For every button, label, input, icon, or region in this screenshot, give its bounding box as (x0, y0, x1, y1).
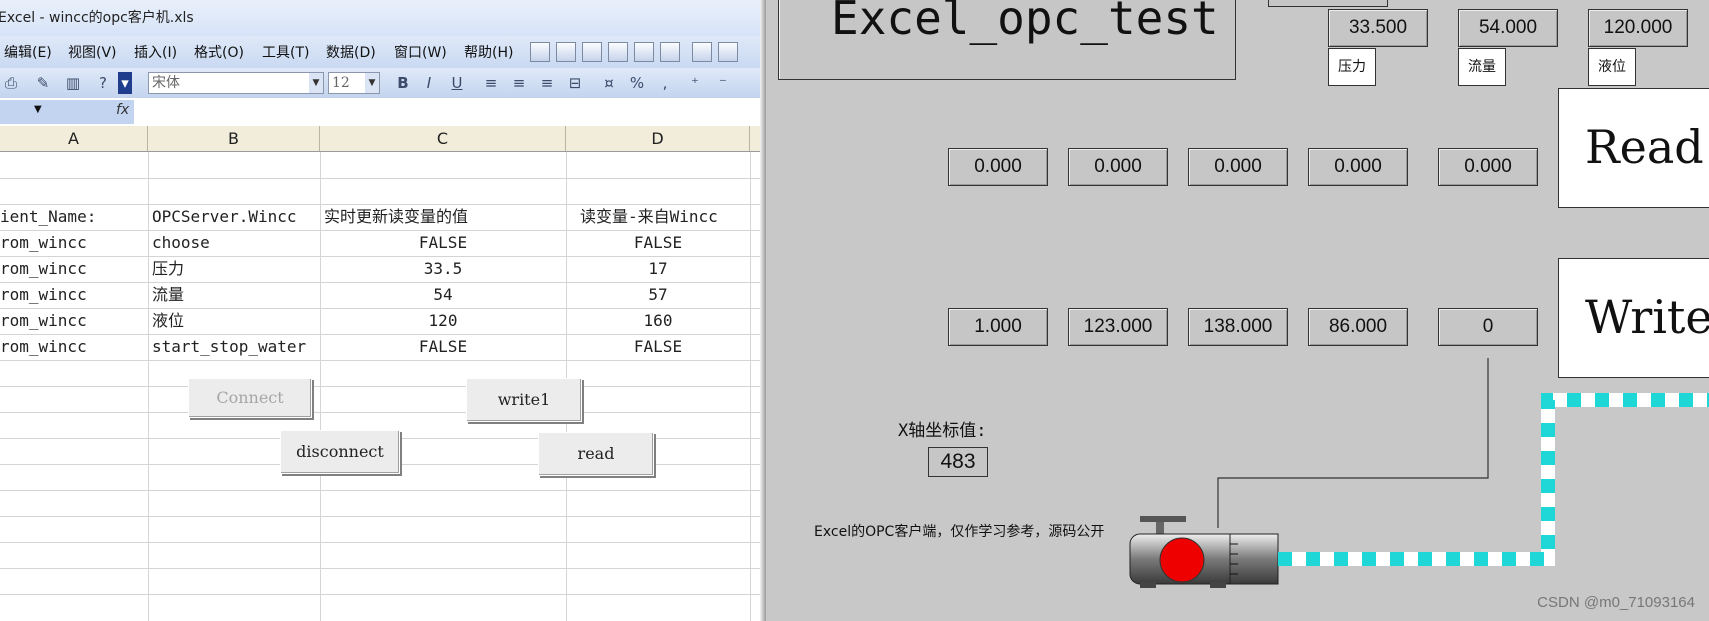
chevron-down-icon: ▼ (34, 104, 42, 115)
comma-icon[interactable]: , (654, 72, 676, 94)
cell-d3[interactable]: 读变量-来自Wincc (580, 204, 718, 230)
chevron-down-icon: ▼ (365, 73, 379, 93)
menu-insert[interactable]: 插入(I) (134, 42, 177, 62)
cell-c8[interactable]: FALSE (320, 334, 566, 360)
column-header-b[interactable]: B (148, 126, 320, 151)
merge-center-icon[interactable]: ⊟ (564, 72, 586, 94)
cell-d8[interactable]: FALSE (566, 334, 750, 360)
help-icon[interactable]: ? (92, 72, 114, 94)
cell-grid[interactable]: ient_Name: OPCServer.Wincc 实时更新读变量的值 读变量… (0, 152, 760, 621)
excel-window: Excel - wincc的opc客户机.xls 编辑(E) 视图(V) 插入(… (0, 0, 760, 621)
cell-a3[interactable]: ient_Name: (0, 204, 96, 230)
fx-icon[interactable]: fx (116, 102, 129, 118)
increase-decimal-icon[interactable]: ⁺ (684, 72, 706, 94)
cell-d5[interactable]: 17 (566, 256, 750, 282)
cell-a5[interactable]: rom_wincc (0, 256, 87, 282)
column-header-d[interactable]: D (566, 126, 750, 151)
menu-edit[interactable]: 编辑(E) (4, 42, 52, 62)
menu-bar: 编辑(E) 视图(V) 插入(I) 格式(O) 工具(T) 数据(D) 窗口(W… (0, 36, 760, 68)
align-left-icon[interactable]: ≡ (480, 72, 502, 94)
font-name-value: 宋体 (152, 75, 180, 91)
research-icon[interactable]: ▥ (62, 72, 84, 94)
window-title: Excel - wincc的opc客户机.xls (0, 10, 194, 26)
cell-a4[interactable]: rom_wincc (0, 230, 87, 256)
cell-c4[interactable]: FALSE (320, 230, 566, 256)
cell-b6[interactable]: 流量 (152, 282, 184, 308)
column-header-c[interactable]: C (320, 126, 566, 151)
disconnect-button[interactable]: disconnect (280, 430, 400, 474)
cell-b3[interactable]: OPCServer.Wincc (152, 204, 297, 230)
checkbox-icon[interactable] (582, 42, 602, 62)
font-size-select[interactable]: 12 ▼ (328, 72, 380, 94)
cell-c3[interactable]: 实时更新读变量的值 (324, 204, 468, 230)
cell-c7[interactable]: 120 (320, 308, 566, 334)
cell-b5[interactable]: 压力 (152, 256, 184, 282)
cell-c5[interactable]: 33.5 (320, 256, 566, 282)
cell-c6[interactable]: 54 (320, 282, 566, 308)
underline-icon[interactable]: U (446, 72, 468, 94)
listbox-icon[interactable] (692, 42, 712, 62)
decrease-decimal-icon[interactable]: ⁻ (712, 72, 734, 94)
align-center-icon[interactable]: ≡ (508, 72, 530, 94)
watermark: CSDN @m0_71093164 (1537, 594, 1695, 611)
cell-d6[interactable]: 57 (566, 282, 750, 308)
italic-icon[interactable]: I (418, 72, 440, 94)
write1-button[interactable]: write1 (466, 378, 582, 422)
scrollbar-icon[interactable] (660, 42, 680, 62)
cell-a7[interactable]: rom_wincc (0, 308, 87, 334)
menu-format[interactable]: 格式(O) (194, 42, 244, 62)
currency-icon[interactable]: ¤ (598, 72, 620, 94)
menu-tools[interactable]: 工具(T) (262, 42, 309, 62)
spinner-icon[interactable] (634, 42, 654, 62)
radio-icon[interactable] (608, 42, 628, 62)
wincc-runtime: Excel_opc_test 33.500 54.000 120.000 压力 … (766, 0, 1709, 621)
excel-titlebar: Excel - wincc的opc客户机.xls (0, 0, 760, 36)
read-button[interactable]: read (538, 432, 654, 476)
name-box[interactable]: ▼ fx (0, 100, 134, 124)
format-toolbar: ⎙ ✎ ▥ ? ▾ 宋体 ▼ 12 ▼ B I U ≡ ≡ ≡ ⊟ ¤ % , … (0, 68, 760, 98)
cell-a8[interactable]: rom_wincc (0, 334, 87, 360)
align-right-icon[interactable]: ≡ (536, 72, 558, 94)
print-icon[interactable]: ⎙ (0, 72, 22, 94)
format-painter-icon[interactable]: ✎ (32, 72, 54, 94)
formula-bar: ▼ fx (0, 98, 760, 127)
cell-a6[interactable]: rom_wincc (0, 282, 87, 308)
menu-data[interactable]: 数据(D) (326, 42, 376, 62)
tools-icon[interactable] (530, 42, 550, 62)
toolbar-options-icon[interactable]: ▾ (118, 72, 132, 94)
column-header-a[interactable]: A (0, 126, 148, 151)
cell-d7[interactable]: 160 (566, 308, 750, 334)
combobox-icon[interactable] (718, 42, 738, 62)
font-name-select[interactable]: 宋体 ▼ (148, 72, 324, 94)
menu-help[interactable]: 帮助(H) (464, 42, 513, 62)
column-headers: A B C D (0, 126, 760, 152)
pencil-icon[interactable] (556, 42, 576, 62)
percent-icon[interactable]: % (626, 72, 648, 94)
menu-view[interactable]: 视图(V) (68, 42, 117, 62)
cell-d4[interactable]: FALSE (566, 230, 750, 256)
menu-window[interactable]: 窗口(W) (394, 42, 447, 62)
font-size-value: 12 (332, 75, 350, 91)
cell-b7[interactable]: 液位 (152, 308, 184, 334)
water-pipe (1278, 393, 1709, 566)
connect-button[interactable]: Connect (188, 378, 312, 418)
bold-icon[interactable]: B (392, 72, 414, 94)
cell-b4[interactable]: choose (152, 230, 210, 256)
cell-b8[interactable]: start_stop_water (152, 334, 306, 360)
chevron-down-icon: ▼ (309, 73, 323, 93)
